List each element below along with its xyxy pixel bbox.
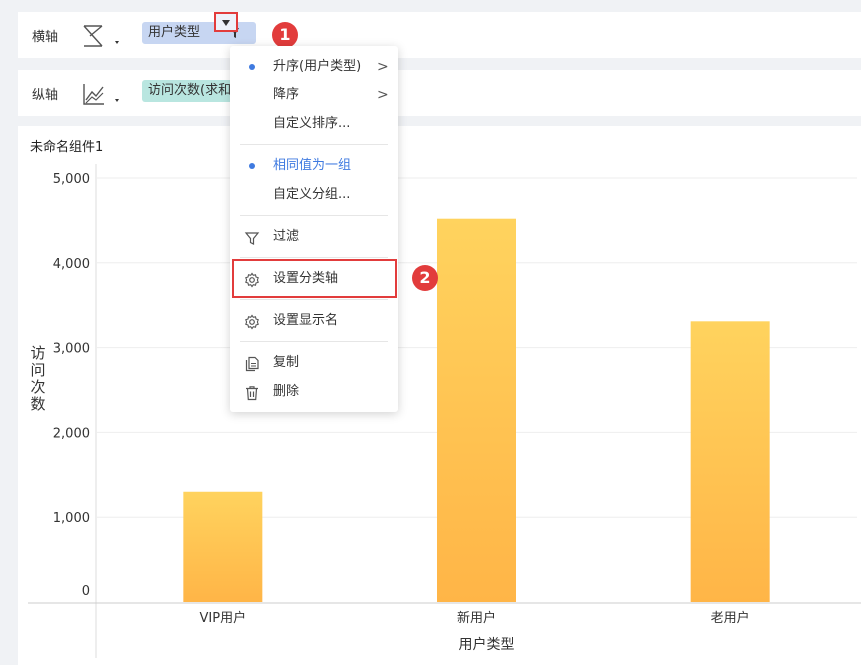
menu-item-custom-group[interactable]: 自定义分组... xyxy=(230,181,398,209)
chart-type-icon[interactable] xyxy=(82,22,126,50)
trash-icon xyxy=(244,384,260,401)
y-field-name: 访问次数(求和) xyxy=(148,83,237,98)
x-axis-row: 横轴 用户类型 xyxy=(18,12,861,58)
step-badge-2: 2 xyxy=(412,265,438,291)
menu-divider xyxy=(240,144,388,145)
menu-divider xyxy=(240,257,388,258)
y-tick-label: 2,000 xyxy=(53,426,90,441)
menu-item-label: 降序 xyxy=(273,87,300,102)
y-field-pill[interactable]: 访问次数(求和) xyxy=(142,80,238,102)
y-tick-label: 0 xyxy=(82,584,90,599)
y-tick-label: 5,000 xyxy=(53,172,90,187)
line-chart-icon[interactable] xyxy=(82,80,126,108)
menu-item-label: 设置显示名 xyxy=(273,313,339,328)
menu-item-sort-asc[interactable]: 升序(用户类型) > xyxy=(230,53,398,81)
y-tick-label: 4,000 xyxy=(53,257,90,272)
menu-item-label: 删除 xyxy=(273,384,300,399)
highlight-box xyxy=(232,259,397,298)
field-dropdown-button[interactable] xyxy=(214,12,238,32)
x-tick-label: 老用户 xyxy=(711,610,750,626)
chevron-right-icon: > xyxy=(377,59,389,75)
x-tick-label: 新用户 xyxy=(457,610,496,626)
step-badge-1: 1 xyxy=(272,22,298,48)
filter-icon xyxy=(244,229,260,245)
menu-item-sort-desc[interactable]: 降序 > xyxy=(230,81,398,109)
menu-item-label: 复制 xyxy=(273,355,300,370)
menu-item-label: 自定义排序... xyxy=(273,116,351,131)
field-context-menu: 升序(用户类型) > 降序 > 自定义排序... 相同值为一组 自定义分组...… xyxy=(230,46,398,412)
selected-dot-icon xyxy=(249,163,255,169)
bar-chart: 0 1,000 2,000 3,000 4,000 5,000 VIP用户 新用户 老用户用户类… xyxy=(28,164,861,658)
x-axis-label: 横轴 xyxy=(32,30,59,45)
y-axis-row: 纵轴 访问次数(求和) xyxy=(18,70,861,116)
y-axis-title: 访问次数 xyxy=(30,344,45,413)
copy-icon xyxy=(244,355,260,372)
menu-item-label: 过滤 xyxy=(273,229,300,244)
menu-item-group-same[interactable]: 相同值为一组 xyxy=(230,152,398,180)
bar xyxy=(183,491,263,602)
gear-icon xyxy=(244,313,260,330)
menu-item-custom-sort[interactable]: 自定义排序... xyxy=(230,110,398,138)
menu-item-delete[interactable]: 删除 xyxy=(230,378,398,406)
menu-item-label: 自定义分组... xyxy=(273,187,351,202)
bar xyxy=(690,321,770,602)
y-tick-label: 3,000 xyxy=(53,342,90,357)
menu-item-set-display-name[interactable]: 设置显示名 xyxy=(230,307,398,335)
chevron-right-icon: > xyxy=(377,87,389,103)
menu-item-filter[interactable]: 过滤 xyxy=(230,223,398,251)
caret-down-icon xyxy=(222,20,230,26)
x-axis-title: 用户类型 xyxy=(459,636,515,653)
y-axis-label: 纵轴 xyxy=(32,88,59,103)
x-tick-label: VIP用户 xyxy=(200,610,247,626)
x-field-pill[interactable]: 用户类型 xyxy=(142,22,256,44)
selected-dot-icon xyxy=(249,64,255,70)
y-tick-label: 1,000 xyxy=(53,511,90,526)
bar xyxy=(437,218,516,602)
menu-item-label: 相同值为一组 xyxy=(273,158,352,173)
menu-divider xyxy=(240,299,388,300)
menu-divider xyxy=(240,215,388,216)
chart-panel: 未命名组件1 0 1,000 2,000 3,000 4,000 5,000 VIP用户 新用… xyxy=(18,126,861,665)
menu-item-label: 升序(用户类型) xyxy=(273,59,362,74)
menu-divider xyxy=(240,341,388,342)
x-field-name: 用户类型 xyxy=(148,25,201,40)
menu-item-copy[interactable]: 复制 xyxy=(230,349,398,377)
